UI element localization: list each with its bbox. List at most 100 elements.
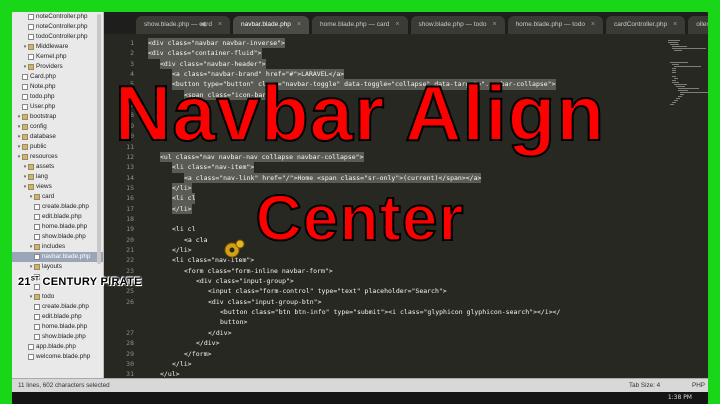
sidebar-item-label: Providers <box>36 63 63 70</box>
sidebar-item-label: app.blade.php <box>36 343 76 350</box>
editor-tab[interactable]: navbar.blade.php × <box>233 16 310 34</box>
code-line[interactable]: 23 <form class="form-inline navbar-form"> <box>104 266 664 276</box>
watermark-suffix: ST <box>30 276 40 283</box>
minimap-line <box>668 40 681 41</box>
sidebar-item-label: assets <box>36 163 55 170</box>
status-bar: 11 lines, 602 characters selected Tab Si… <box>12 378 708 392</box>
tab-label: cardController.php <box>614 21 668 28</box>
tab-close-icon[interactable]: × <box>218 16 222 34</box>
code-line[interactable]: 31 </ul> <box>104 369 664 378</box>
sidebar-item-label: layouts <box>42 263 62 270</box>
code-text: </form> <box>184 349 212 358</box>
code-line[interactable]: button> <box>104 317 664 327</box>
sidebar-item-label: navbar.blade.php <box>42 253 91 260</box>
tab-bar: ◀ show.blade.php — card × navbar.blade.php… <box>104 12 708 34</box>
sidebar-item-label: todo <box>42 293 55 300</box>
sidebar-file[interactable]: noteController.php <box>12 22 103 32</box>
sidebar-folder[interactable]: ▾ Providers <box>12 62 103 72</box>
taskbar: 1:38 PM <box>12 392 708 404</box>
editor-tab[interactable]: home.blade.php — card × <box>312 16 408 34</box>
sidebar-file[interactable]: Kernel.php <box>12 52 103 62</box>
channel-watermark: 21ST CENTURY PIRATE <box>18 276 142 288</box>
code-text: <div class="input-group"> <box>196 277 294 286</box>
sidebar-item-label: show.blade.php <box>42 333 86 340</box>
video-title-line-1: Navbar Align <box>114 69 606 157</box>
line-number: 28 <box>126 339 134 348</box>
tab-close-icon[interactable]: × <box>591 16 595 34</box>
sidebar-file[interactable]: show.blade.php <box>12 332 103 342</box>
code-text: <form class="form-inline navbar-form"> <box>184 266 333 275</box>
editor-tab[interactable]: oller.php× <box>688 16 708 34</box>
code-text: </div> <box>196 339 220 348</box>
tab-scroll-left-icon[interactable]: ◀ <box>200 20 205 28</box>
code-line[interactable]: 30 </li> <box>104 359 664 369</box>
minimap-line <box>672 64 680 65</box>
sidebar-item-label: lang <box>36 173 48 180</box>
taskbar-clock: 1:38 PM <box>667 394 692 401</box>
editor-tab[interactable]: cardController.php × <box>606 16 686 34</box>
folder-icon <box>28 174 34 180</box>
line-number: 29 <box>126 349 134 358</box>
line-number: 30 <box>126 359 134 368</box>
code-line[interactable]: 27 </div> <box>104 328 664 338</box>
minimap-line <box>674 66 701 67</box>
tab-close-icon[interactable]: × <box>673 16 677 34</box>
tab-label: home.blade.php — todo <box>515 21 585 28</box>
code-text: <div class="input-group-btn"> <box>208 297 322 306</box>
minimap-line <box>672 46 688 47</box>
file-icon <box>28 14 34 20</box>
code-text: <button class="btn btn-info" type="submi… <box>220 308 561 317</box>
sidebar-file[interactable]: todoController.php <box>12 32 103 42</box>
sidebar-folder[interactable]: ▾ layouts <box>12 262 103 272</box>
code-line[interactable]: 3 <div class="navbar-header"> <box>104 58 664 70</box>
sidebar-folder[interactable]: ▾ assets <box>12 162 103 172</box>
sidebar-item-label: noteController.php <box>36 23 88 30</box>
code-line[interactable]: 13 <li class="nav-item"> <box>104 162 664 173</box>
sidebar-folder[interactable]: ▾ lang <box>12 172 103 182</box>
folder-icon <box>28 64 34 70</box>
editor-tab[interactable]: home.blade.php — todo × <box>507 16 604 34</box>
code-line[interactable]: 1 <div class="navbar navbar-inverse"> <box>104 38 664 49</box>
folder-icon <box>28 44 34 50</box>
video-title-line-2: Center <box>255 182 465 254</box>
editor-tab[interactable]: show.blade.php — todo × <box>410 16 505 34</box>
tab-label: home.blade.php — card <box>320 21 390 28</box>
file-icon <box>28 344 34 350</box>
sidebar-file[interactable]: navbar.blade.php <box>12 252 103 262</box>
tab-close-icon[interactable]: × <box>492 16 496 34</box>
sidebar-item-label: create.blade.php <box>42 303 89 310</box>
sidebar-file[interactable]: app.blade.php <box>12 342 103 352</box>
code-text: </ul> <box>160 370 180 378</box>
code-line[interactable]: 28 </div> <box>104 338 664 348</box>
code-line[interactable]: 2 <div class="container-fluid"> <box>104 48 664 59</box>
file-icon <box>28 54 34 60</box>
tab-size-setting[interactable]: Tab Size: 4 <box>629 379 660 392</box>
folder-icon <box>34 294 40 300</box>
minimap-line <box>672 48 706 49</box>
line-number: 23 <box>126 266 134 275</box>
folder-icon <box>22 154 28 160</box>
sidebar-folder[interactable]: ▾ Middleware <box>12 42 103 52</box>
code-line[interactable]: 24 <div class="input-group"> <box>104 276 664 286</box>
sidebar-file[interactable]: welcome.blade.php <box>12 352 103 362</box>
code-line[interactable]: 26 <div class="input-group-btn"> <box>104 297 664 307</box>
selection-status: 11 lines, 602 characters selected <box>18 382 110 389</box>
tab-close-icon[interactable]: × <box>297 16 301 34</box>
sidebar-file[interactable]: edit.blade.php <box>12 312 103 322</box>
sidebar-folder[interactable]: ▾ todo <box>12 292 103 302</box>
code-line[interactable]: 25 <input class="form-control" type="text… <box>104 286 664 296</box>
sidebar-file[interactable]: create.blade.php <box>12 302 103 312</box>
code-line[interactable]: 29 </form> <box>104 349 664 359</box>
code-text: <li class="nav-item"> <box>172 162 255 173</box>
editor-tab[interactable]: show.blade.php — card × <box>136 16 231 34</box>
minimap-line <box>672 68 676 69</box>
sidebar-item-label: todoController.php <box>36 33 88 40</box>
tab-close-icon[interactable]: × <box>395 16 399 34</box>
code-line[interactable]: <button class="btn btn-info" type="submi… <box>104 307 664 317</box>
sidebar-file[interactable]: noteController.php <box>12 12 103 22</box>
syntax-setting[interactable]: PHP <box>692 379 705 392</box>
sidebar-item-label: noteController.php <box>36 13 88 20</box>
code-line[interactable]: 22 <li class="nav-item"> <box>104 255 664 265</box>
sidebar-file[interactable]: home.blade.php <box>12 322 103 332</box>
sidebar-item-label: home.blade.php <box>42 323 88 330</box>
